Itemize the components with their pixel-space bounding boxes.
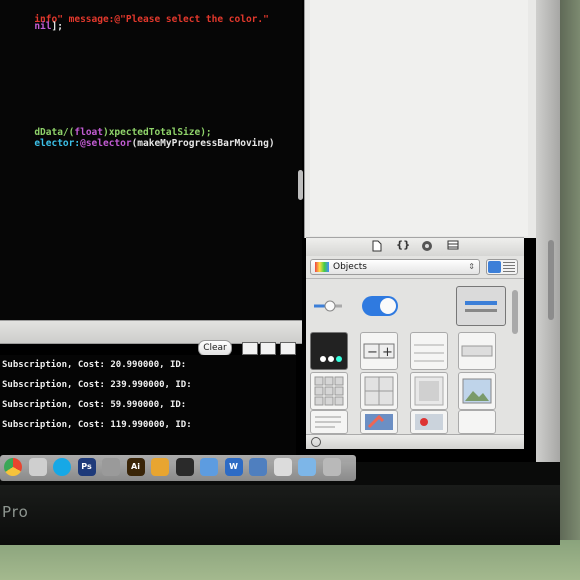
skype-icon[interactable]	[53, 458, 71, 476]
object-library: Objects ⇕ − +	[306, 256, 524, 448]
code-token: (makeMyProgressBarMoving)	[131, 138, 275, 149]
view-object[interactable]	[458, 410, 496, 434]
photoshop-icon[interactable]: Ps	[77, 458, 96, 476]
library-filter-bar[interactable]	[306, 434, 524, 449]
laptop-chin	[0, 485, 560, 545]
code-line-4: elector:@selector(makeMyProgressBarMovin…	[0, 127, 275, 160]
view-mode-toggle[interactable]	[486, 259, 518, 275]
image-view-object[interactable]	[458, 372, 496, 410]
library-scrollbar[interactable]	[512, 290, 518, 334]
console-output[interactable]: Subscription, Cost: 20.990000, ID: Subsc…	[0, 355, 296, 455]
desk-surface	[0, 540, 580, 580]
file-template-tab-icon[interactable]	[370, 240, 384, 252]
window-scrollbar[interactable]	[548, 240, 554, 320]
illustrator-icon[interactable]: Ai	[126, 458, 145, 476]
code-keyword: nil	[34, 21, 52, 32]
collection-view-object[interactable]	[310, 372, 348, 410]
debug-area-bar	[0, 320, 302, 344]
svg-text:−: −	[367, 345, 378, 360]
preview-icon[interactable]	[28, 458, 47, 476]
stepper-object[interactable]: − +	[360, 332, 398, 370]
grid-view-icon[interactable]	[488, 261, 501, 273]
slider-object[interactable]	[310, 288, 346, 324]
media-library-tab-icon[interactable]	[446, 240, 460, 252]
library-tab-bar: {}	[306, 237, 524, 257]
table-view-cell-object[interactable]	[458, 332, 496, 370]
console-line: Subscription, Cost: 119.990000, ID:	[2, 420, 192, 430]
objects-swatch-icon	[315, 262, 329, 272]
system-preferences-icon[interactable]	[102, 458, 120, 476]
chevron-updown-icon: ⇕	[468, 262, 475, 271]
table-view-object[interactable]	[410, 332, 448, 370]
console-line: Subscription, Cost: 20.990000, ID:	[2, 360, 187, 370]
downloads-folder-icon[interactable]	[298, 458, 316, 476]
console-line: Subscription, Cost: 59.990000, ID:	[2, 400, 187, 410]
code-editor[interactable]: info" message:@"Please select the color.…	[0, 0, 302, 320]
switch-object[interactable]	[360, 288, 398, 324]
filter-icon[interactable]	[310, 436, 322, 448]
folder-icon[interactable]	[200, 458, 218, 476]
model-label: Pro	[2, 503, 29, 521]
code-line-2: nil];	[0, 10, 63, 43]
inspector-scrollbar[interactable]	[298, 170, 303, 200]
list-view-icon[interactable]	[503, 262, 515, 272]
console-line: Subscription, Cost: 239.990000, ID:	[2, 380, 192, 390]
code-string: @"Please select the color."	[114, 14, 269, 25]
dock-icon-label: Ai	[131, 462, 140, 471]
collection-view-cell-object[interactable]	[360, 372, 398, 410]
code-snippet-tab-icon[interactable]: {}	[396, 240, 410, 252]
show-variables-pane-icon[interactable]	[242, 342, 258, 355]
code-token: ];	[51, 21, 63, 32]
document-icon[interactable]	[273, 458, 292, 476]
page-control-object[interactable]	[310, 332, 348, 370]
collection-reusable-view-object[interactable]	[410, 372, 448, 410]
web-view-object[interactable]	[360, 410, 398, 434]
trash-icon[interactable]	[322, 458, 341, 476]
word-icon[interactable]: W	[224, 458, 243, 476]
dock-icon-label: W	[229, 462, 238, 471]
window-edge	[536, 0, 560, 462]
divider	[306, 278, 524, 279]
show-both-panes-icon[interactable]	[260, 342, 276, 355]
dock-icon-label: Ps	[81, 462, 92, 471]
progress-view-object[interactable]	[456, 286, 506, 326]
screen: info" message:@"Please select the color.…	[0, 0, 560, 462]
activity-monitor-icon[interactable]	[175, 458, 194, 476]
code-token: elector:	[34, 138, 81, 149]
objects-dropdown-label: Objects	[333, 262, 368, 272]
file-icon[interactable]	[249, 458, 267, 476]
show-console-pane-icon[interactable]	[280, 342, 296, 355]
chrome-icon[interactable]	[4, 458, 22, 476]
xcode-icon[interactable]	[151, 458, 169, 476]
object-library-tab-icon[interactable]	[420, 240, 434, 252]
text-view-object[interactable]	[310, 410, 348, 434]
code-keyword: @selector	[80, 138, 132, 149]
objects-dropdown[interactable]: Objects ⇕	[310, 259, 480, 275]
inspector-content	[310, 0, 528, 236]
map-view-object[interactable]	[410, 410, 448, 434]
clear-console-button[interactable]: Clear	[198, 340, 232, 356]
svg-text:+: +	[382, 345, 393, 360]
